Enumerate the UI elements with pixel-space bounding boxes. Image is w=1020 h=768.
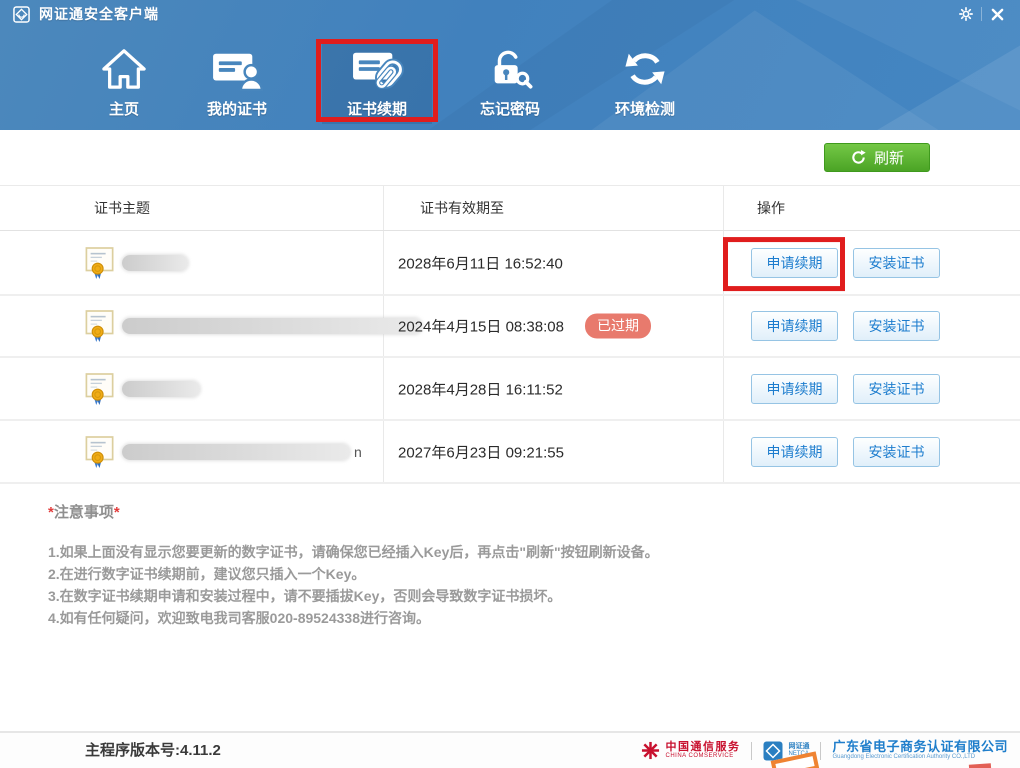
subject-cell <box>85 231 192 294</box>
subject-cell: n <box>85 421 362 482</box>
certificate-table: 证书主题 证书有效期至 操作 <box>0 185 1020 484</box>
renew-button[interactable]: 申请续期 <box>751 374 838 404</box>
annotation-fragment-red <box>969 763 991 768</box>
annotation-box-tab <box>316 39 438 122</box>
note-item: 2.在进行数字证书续期前，建议您只插入一个Key。 <box>48 563 968 585</box>
lock-wrench-icon <box>486 40 534 98</box>
app-logo-icon <box>13 6 30 23</box>
actions-cell: 申请续期 安装证书 <box>751 421 940 482</box>
subject-suffix: n <box>354 444 362 460</box>
refresh-label: 刷新 <box>874 147 904 168</box>
logo-divider <box>820 742 821 760</box>
valid-until: 2024年4月15日 08:38:08 <box>398 316 564 337</box>
redacted-subject <box>122 381 200 397</box>
logo-text-cn: 网证通 <box>788 743 809 751</box>
logo-text-en: Guangdong Electronic Certification Autho… <box>832 754 1008 761</box>
id-card-icon <box>210 40 264 98</box>
note-item: 3.在数字证书续期申请和安装过程中，请不要插拔Key，否则会导致数字证书损坏。 <box>48 585 968 607</box>
install-button[interactable]: 安装证书 <box>853 437 940 467</box>
table-row: 2028年6月11日 16:52:40 申请续期 安装证书 <box>0 231 1020 296</box>
valid-until: 2028年6月11日 16:52:40 <box>398 252 563 273</box>
logo-text-cn: 中国通信服务 <box>665 741 740 753</box>
certificate-icon <box>85 372 115 406</box>
subject-cell <box>85 296 426 356</box>
tab-home[interactable]: 主页 <box>69 40 179 124</box>
notes-title: *注意事项* <box>48 501 968 522</box>
home-icon <box>100 40 148 98</box>
renew-button[interactable]: 申请续期 <box>751 437 838 467</box>
china-comservice-logo: 中国通信服务 CHINA COMSERVICE <box>641 741 740 760</box>
certificate-icon <box>85 246 115 280</box>
table-header: 证书主题 证书有效期至 操作 <box>0 185 1020 231</box>
note-item: 4.如有任何疑问，欢迎致电我司客服020-89524338进行咨询。 <box>48 607 968 629</box>
table-row: n 2027年6月23日 09:21:55 申请续期 安装证书 <box>0 421 1020 484</box>
column-header-subject: 证书主题 <box>94 186 150 231</box>
install-button[interactable]: 安装证书 <box>853 248 940 278</box>
install-button[interactable]: 安装证书 <box>853 374 940 404</box>
actions-cell: 申请续期 安装证书 <box>751 296 940 356</box>
notes-section: *注意事项* 1.如果上面没有显示您要更新的数字证书，请确保您已经插入Key后，… <box>48 501 968 629</box>
table-row: 2028年4月28日 16:11:52 申请续期 安装证书 <box>0 358 1020 421</box>
tab-forgot-password[interactable]: 忘记密码 <box>455 40 565 124</box>
table-body: 2028年6月11日 16:52:40 申请续期 安装证书 <box>0 231 1020 484</box>
table-row: 2024年4月15日 08:38:08 已过期 申请续期 安装证书 <box>0 296 1020 358</box>
subject-cell <box>85 358 204 419</box>
tab-label: 忘记密码 <box>480 98 540 119</box>
redacted-subject <box>122 255 188 271</box>
column-header-valid-until: 证书有效期至 <box>420 186 504 231</box>
settings-gear-icon[interactable] <box>951 3 981 25</box>
certificate-icon <box>85 309 115 343</box>
logo-text-en: CHINA COMSERVICE <box>665 753 740 760</box>
refresh-icon <box>850 149 867 166</box>
titlebar: 网证通安全客户端 <box>0 0 1020 28</box>
actions-cell: 申请续期 安装证书 <box>751 358 940 419</box>
certificate-icon <box>85 435 115 469</box>
close-icon[interactable] <box>982 3 1012 25</box>
column-header-actions: 操作 <box>757 186 785 231</box>
window-controls <box>951 0 1012 28</box>
valid-until: 2027年6月23日 09:21:55 <box>398 441 564 462</box>
tab-environment-check[interactable]: 环境检测 <box>590 40 700 124</box>
footer: 主程序版本号:4.11.2 中国通信服务 CHINA COMSERVICE <box>0 731 1020 768</box>
asterisk: * <box>114 504 120 521</box>
redacted-subject <box>122 444 350 460</box>
sync-arrows-icon <box>622 40 668 98</box>
valid-until: 2028年4月28日 16:11:52 <box>398 378 563 399</box>
netca-emblem-icon <box>763 741 783 761</box>
footer-logos: 中国通信服务 CHINA COMSERVICE 网证通 NETCA 广东省电子商… <box>641 733 1008 768</box>
logo-text-cn: 广东省电子商务认证有限公司 <box>832 740 1008 754</box>
window-title: 网证通安全客户端 <box>39 4 159 24</box>
refresh-button[interactable]: 刷新 <box>824 143 930 172</box>
tab-my-certificates[interactable]: 我的证书 <box>182 40 292 124</box>
redacted-subject <box>122 318 422 334</box>
tab-label: 环境检测 <box>615 98 675 119</box>
expired-badge: 已过期 <box>585 314 651 339</box>
install-button[interactable]: 安装证书 <box>853 311 940 341</box>
header: 网证通安全客户端 <box>0 0 1020 130</box>
china-comservice-emblem-icon <box>641 741 660 760</box>
renew-button[interactable]: 申请续期 <box>751 311 838 341</box>
tab-label: 主页 <box>109 98 139 119</box>
note-item: 1.如果上面没有显示您要更新的数字证书，请确保您已经插入Key后，再点击"刷新"… <box>48 541 968 563</box>
gdca-logo: 广东省电子商务认证有限公司 Guangdong Electronic Certi… <box>832 740 1008 761</box>
version-label: 主程序版本号:4.11.2 <box>85 733 221 768</box>
annotation-box-renew <box>723 237 845 291</box>
tab-label: 我的证书 <box>207 98 267 119</box>
app-window: 网证通安全客户端 <box>0 0 1020 768</box>
logo-divider <box>751 742 752 760</box>
